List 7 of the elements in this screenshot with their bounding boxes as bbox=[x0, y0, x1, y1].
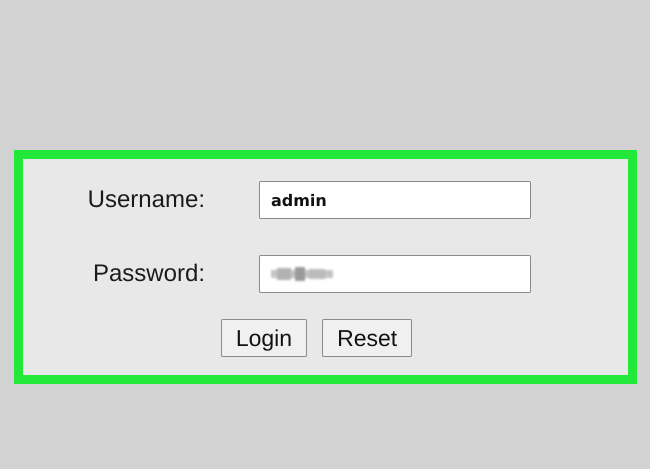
field-label: Password: bbox=[92, 260, 205, 288]
input-field[interactable]: admin bbox=[259, 181, 531, 219]
password-field[interactable] bbox=[259, 255, 531, 293]
form-button[interactable]: Reset bbox=[322, 319, 412, 357]
blurred-password-icon bbox=[271, 267, 333, 281]
form-button[interactable]: Login bbox=[220, 319, 308, 357]
field-label: Username: bbox=[88, 186, 205, 214]
